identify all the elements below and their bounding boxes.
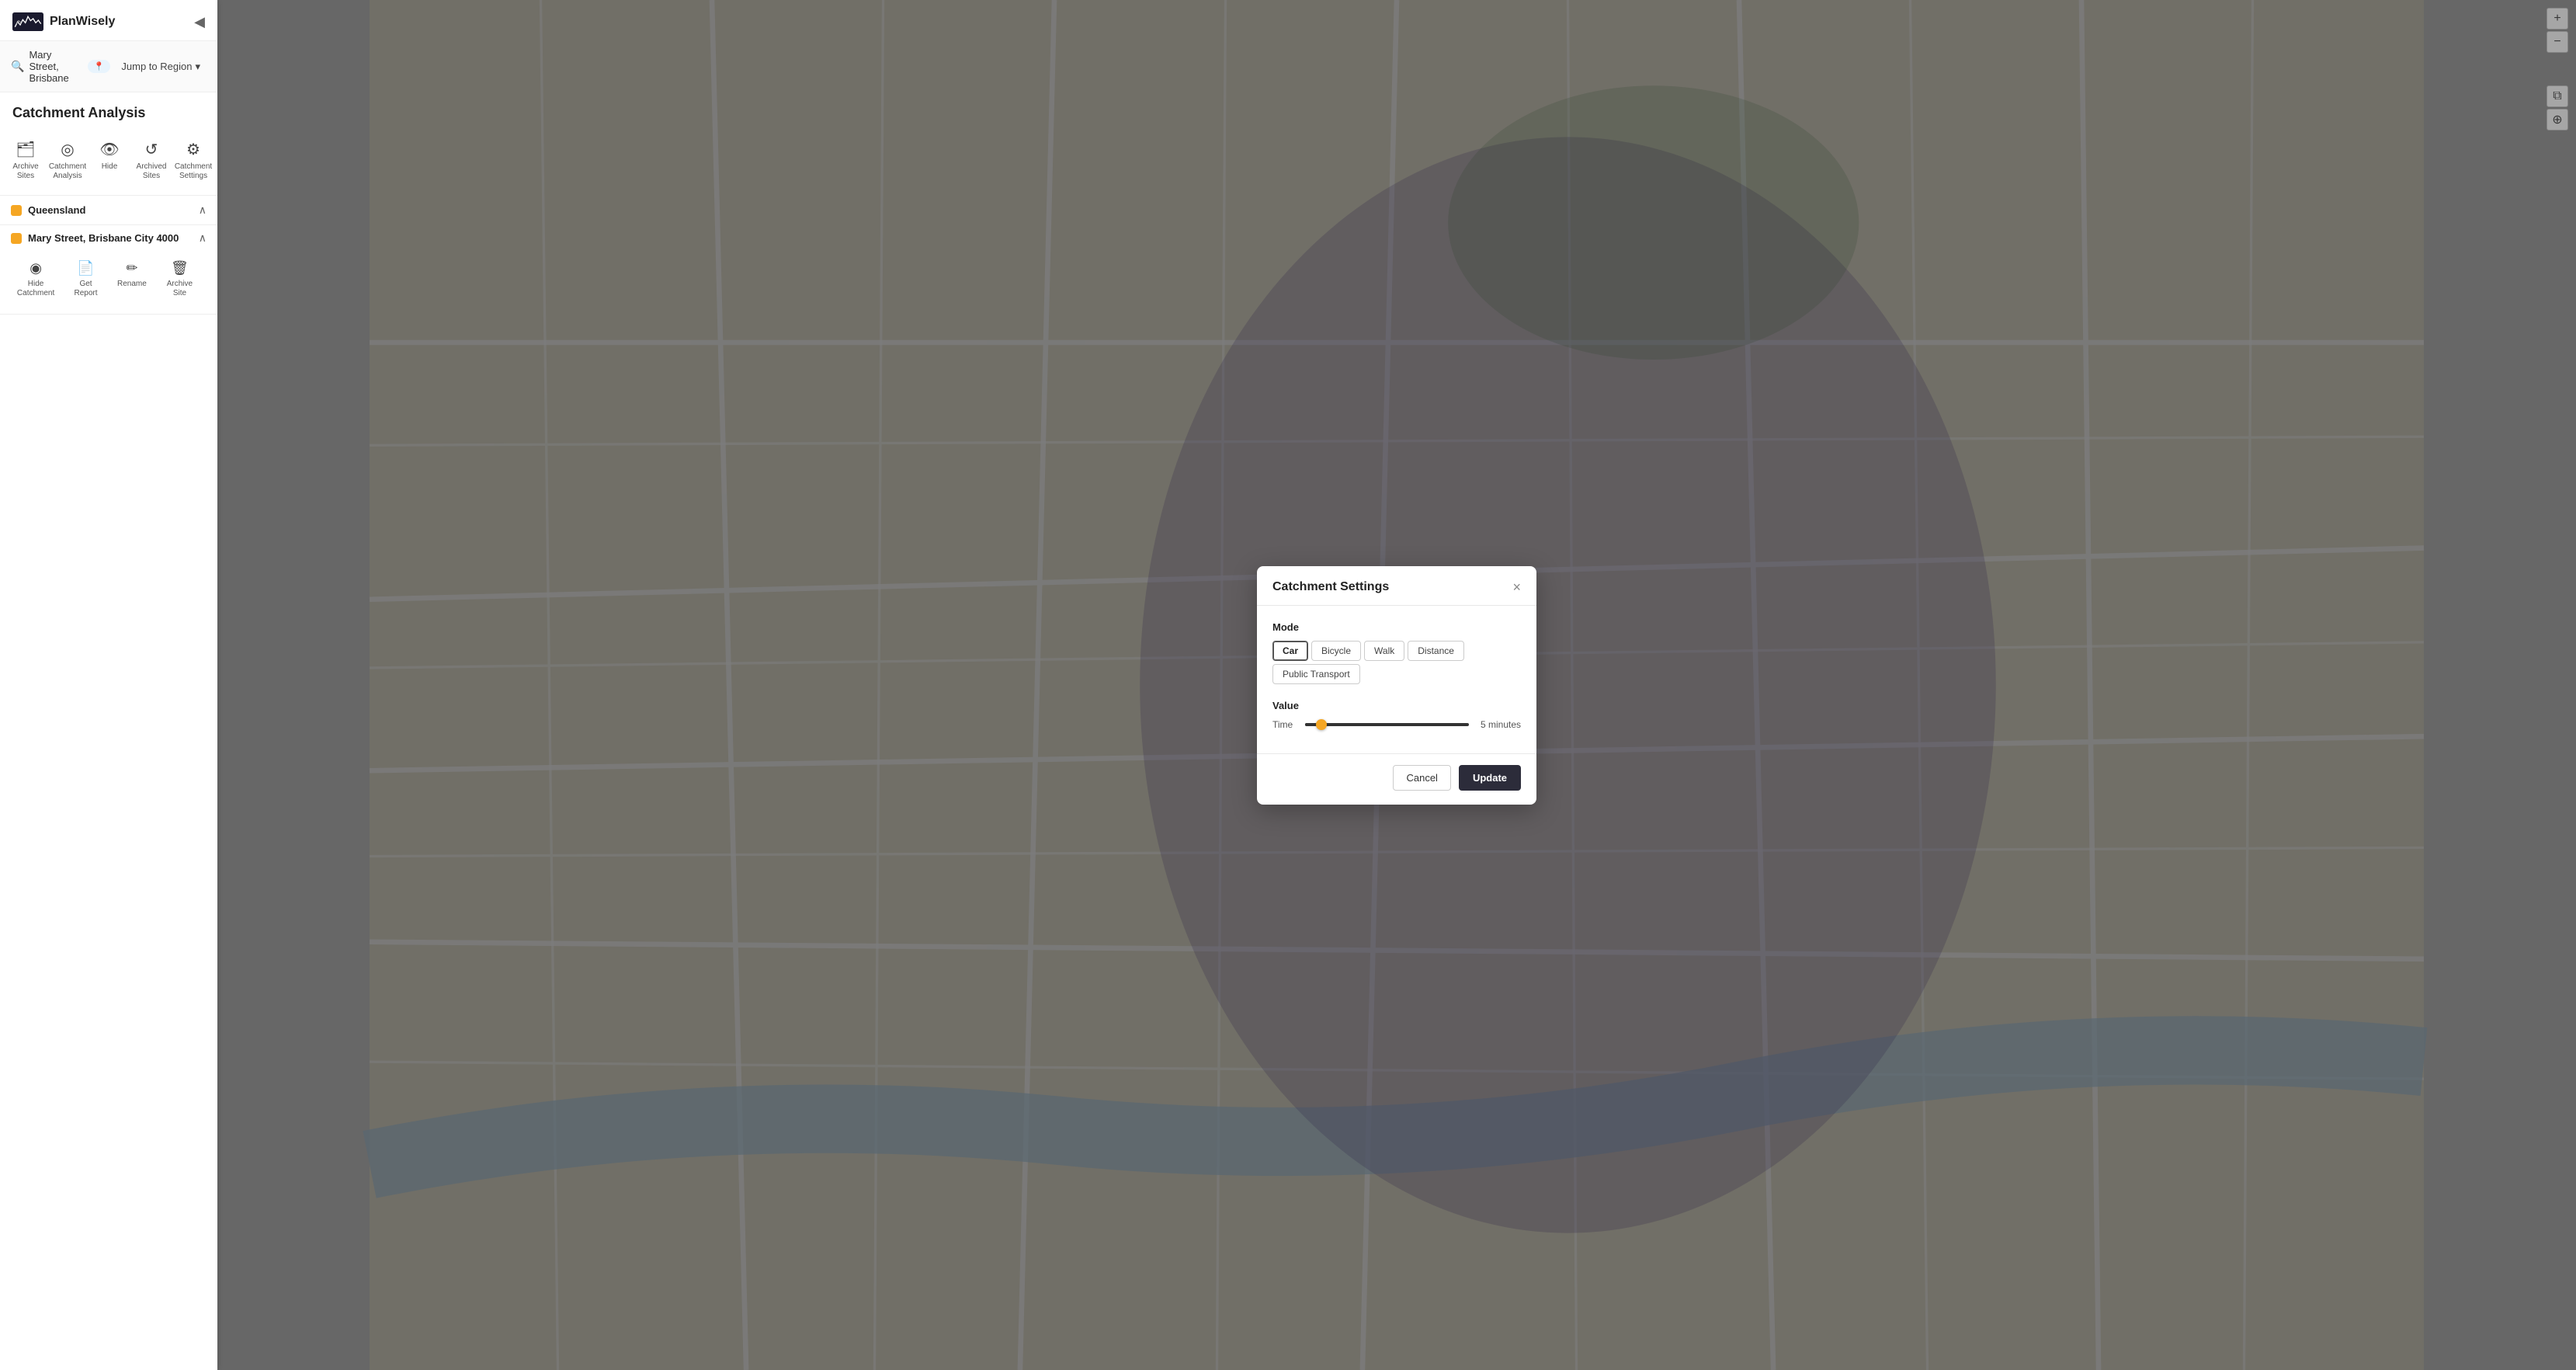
archive-sites-icon: 🗂: [16, 140, 35, 159]
tool-catchment-analysis[interactable]: ◎ CatchmentAnalysis: [47, 135, 89, 186]
sidebar: PlanWisely ◀ 🔍 Mary Street, Brisbane 📍 J…: [0, 0, 217, 1370]
catchment-analysis-icon: ◎: [61, 140, 74, 159]
search-input-area: 🔍 Mary Street, Brisbane: [11, 49, 83, 84]
region-dot: [11, 205, 22, 216]
rename-label: Rename: [117, 280, 147, 289]
time-label: Time: [1272, 719, 1296, 730]
site-label: Mary Street, Brisbane City 4000: [28, 232, 179, 244]
site-chevron-icon[interactable]: ∧: [199, 231, 207, 245]
logo: PlanWisely: [12, 11, 115, 33]
app-name: PlanWisely: [50, 15, 115, 29]
hide-label: Hide: [102, 162, 118, 172]
update-button[interactable]: Update: [1459, 765, 1521, 791]
hide-catchment-label: HideCatchment: [17, 280, 54, 298]
mode-buttons: Car Bicycle Walk Distance Public Transpo…: [1272, 641, 1521, 684]
chevron-down-icon: ▾: [195, 61, 200, 73]
site-section: Mary Street, Brisbane City 4000 ∧ ◉ Hide…: [0, 225, 217, 315]
action-rename[interactable]: ✏ Rename: [111, 256, 153, 294]
archived-sites-icon: ↺: [145, 140, 158, 159]
tool-archived-sites[interactable]: ↺ ArchivedSites: [130, 135, 172, 186]
tool-catchment-settings[interactable]: ⚙ CatchmentSettings: [172, 135, 214, 186]
archive-site-icon: 🗑: [171, 260, 189, 276]
mode-distance-button[interactable]: Distance: [1408, 641, 1464, 661]
logo-svg: [12, 11, 43, 33]
archive-site-label: Archive Site: [159, 280, 200, 298]
location-badge[interactable]: 📍: [88, 60, 111, 73]
site-dot: [11, 233, 22, 244]
search-location-text: Mary Street, Brisbane: [29, 49, 82, 84]
region-name: Queensland: [11, 204, 85, 216]
action-archive-site[interactable]: 🗑 Archive Site: [153, 256, 207, 303]
site-actions: ◉ HideCatchment 📄 Get Report ✏ Rename 🗑 …: [11, 252, 207, 306]
region-section: Queensland ∧: [0, 196, 217, 225]
time-slider-track[interactable]: [1305, 723, 1469, 726]
tool-archive-sites[interactable]: 🗂 ArchiveSites: [5, 135, 47, 186]
mode-label: Mode: [1272, 621, 1521, 633]
site-name-area: Mary Street, Brisbane City 4000: [11, 232, 179, 244]
slider-thumb[interactable]: [1316, 719, 1327, 730]
value-section: Value Time 5 minutes: [1272, 700, 1521, 730]
modal-header: Catchment Settings ×: [1257, 566, 1536, 606]
modal-close-button[interactable]: ×: [1512, 580, 1521, 594]
search-icon: 🔍: [11, 60, 24, 73]
cancel-button[interactable]: Cancel: [1393, 765, 1450, 791]
location-icon: 📍: [94, 61, 105, 71]
toolbar: 🗂 ArchiveSites ◎ CatchmentAnalysis 👁 Hid…: [0, 129, 217, 196]
value-label: Value: [1272, 700, 1521, 711]
modal-footer: Cancel Update: [1257, 753, 1536, 805]
time-value-display: 5 minutes: [1478, 719, 1521, 730]
region-label: Queensland: [28, 204, 85, 216]
mode-public-transport-button[interactable]: Public Transport: [1272, 664, 1360, 684]
archive-sites-label: ArchiveSites: [12, 162, 38, 181]
value-row: Time 5 minutes: [1272, 719, 1521, 730]
catchment-analysis-label: CatchmentAnalysis: [49, 162, 86, 181]
region-chevron-icon[interactable]: ∧: [199, 203, 207, 217]
rename-icon: ✏: [126, 260, 137, 276]
mode-walk-button[interactable]: Walk: [1364, 641, 1404, 661]
jump-to-region-button[interactable]: Jump to Region ▾: [115, 57, 207, 76]
section-title: Catchment Analysis: [0, 92, 217, 129]
action-get-report[interactable]: 📄 Get Report: [61, 256, 111, 303]
get-report-label: Get Report: [67, 280, 105, 298]
modal-overlay: Catchment Settings × Mode Car Bicycle Wa…: [217, 0, 2576, 1370]
get-report-icon: 📄: [77, 260, 94, 276]
action-hide-catchment[interactable]: ◉ HideCatchment: [11, 256, 61, 303]
hide-icon: 👁: [99, 140, 119, 159]
site-header: Mary Street, Brisbane City 4000 ∧: [11, 231, 207, 245]
collapse-sidebar-button[interactable]: ◀: [194, 14, 205, 30]
catchment-settings-modal: Catchment Settings × Mode Car Bicycle Wa…: [1257, 566, 1536, 805]
catchment-settings-icon: ⚙: [186, 140, 200, 159]
modal-body: Mode Car Bicycle Walk Distance Public Tr…: [1257, 606, 1536, 746]
hide-catchment-icon: ◉: [30, 260, 42, 276]
catchment-settings-label: CatchmentSettings: [175, 162, 212, 181]
logo-bar: PlanWisely ◀: [0, 0, 217, 41]
tool-hide[interactable]: 👁 Hide: [89, 135, 130, 176]
mode-bicycle-button[interactable]: Bicycle: [1311, 641, 1361, 661]
region-header[interactable]: Queensland ∧: [11, 203, 207, 217]
modal-title: Catchment Settings: [1272, 580, 1389, 594]
jump-region-label: Jump to Region: [121, 61, 192, 72]
map-area[interactable]: + − ⧉ ⊕ Catchment Settings × Mode Car: [217, 0, 2576, 1370]
search-bar: 🔍 Mary Street, Brisbane 📍 Jump to Region…: [0, 41, 217, 92]
mode-car-button[interactable]: Car: [1272, 641, 1308, 661]
archived-sites-label: ArchivedSites: [137, 162, 167, 181]
